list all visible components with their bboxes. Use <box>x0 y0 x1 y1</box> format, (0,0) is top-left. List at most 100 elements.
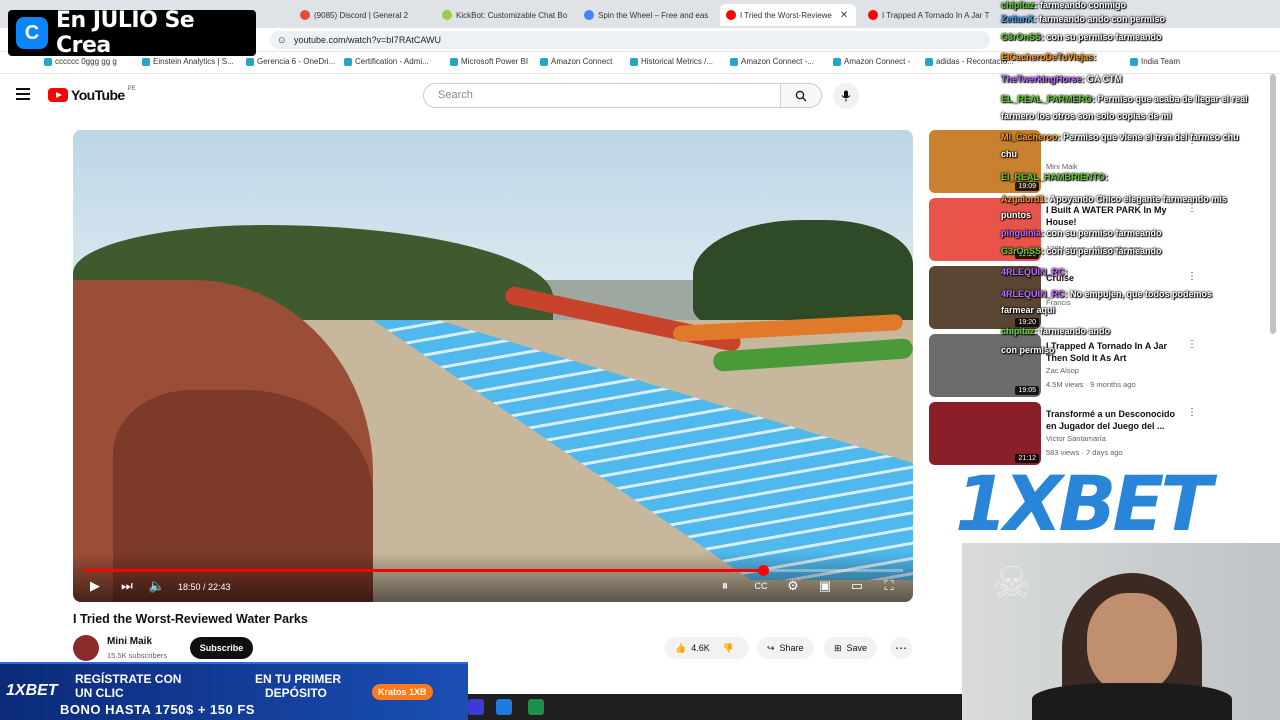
more-options-icon[interactable]: ⋮ <box>1187 203 1197 214</box>
bookmark-label: Amazon Connect -... <box>741 57 814 66</box>
tab-favicon-icon <box>726 10 736 20</box>
more-actions-icon[interactable]: ⋯ <box>890 637 912 659</box>
tab-favicon-icon <box>300 10 310 20</box>
progress-bar[interactable] <box>83 565 903 576</box>
chat-text: : con su permiso farmeando <box>1041 246 1162 256</box>
like-icon[interactable]: 👍 <box>675 643 686 654</box>
youtube-logo[interactable]: YouTube PE <box>48 86 136 103</box>
bookmark-item[interactable]: Amazon Connect - <box>833 57 910 66</box>
voice-search-button[interactable] <box>833 83 859 109</box>
like-dislike-group: 👍 4.6K 👎 <box>665 637 749 659</box>
subscribe-button[interactable]: Subscribe <box>190 637 253 659</box>
browser-tab[interactable]: I Tried the Worst-Reviewe ✕ <box>720 4 856 26</box>
recommended-title[interactable]: I Trapped A Tornado In A Jar Then Sold I… <box>1046 340 1186 364</box>
miniplayer-icon[interactable]: ▣ <box>815 578 835 594</box>
bookmark-item[interactable]: Gerencia 6 - OneDri... <box>246 57 335 66</box>
ad-brand: 1XBET <box>6 682 58 699</box>
url-field[interactable]: ⊙ youtube.com/watch?v=bI7RAtCAWU <box>270 31 990 49</box>
taskbar-vscode-icon[interactable] <box>496 699 512 715</box>
chat-message: Mi_Cacheroo: Permiso que viene el tren d… <box>1001 132 1239 142</box>
bookmark-favicon-icon <box>246 57 254 66</box>
like-count[interactable]: 4.6K <box>691 643 710 653</box>
scrubber-handle[interactable] <box>757 565 769 576</box>
chat-username: ZetianX <box>1001 14 1034 24</box>
screen: Kick DashboardBotRix | Sorteos(9085) Dis… <box>0 0 1280 720</box>
bookmark-item[interactable]: Amazon Connect <box>540 57 612 66</box>
save-label: Save <box>846 643 868 653</box>
chat-username: G3rOnSS <box>1001 246 1042 256</box>
bookmark-label: cccccc 0ggg gg g <box>55 57 117 66</box>
more-options-icon[interactable]: ⋮ <box>1187 271 1197 282</box>
browser-tab[interactable]: (9085) Discord | General 2 <box>294 4 430 26</box>
close-tab-icon[interactable]: ✕ <box>840 10 848 21</box>
ad-bonus-line: BONO HASTA 1750$ + 150 FS <box>60 702 255 717</box>
ad-mid-line-1: EN TU PRIMER <box>255 672 342 686</box>
tab-label: Spin the Wheel – Free and eas <box>598 10 709 20</box>
chat-message: 4RLEQUIN_RC: <box>1001 267 1068 277</box>
bookmark-item[interactable]: Microsoft Power BI <box>450 57 528 66</box>
1xbet-logo-overlay: 1XBET <box>955 459 1212 548</box>
video-frame-trees-right <box>693 220 913 330</box>
webcam-face <box>1087 593 1177 693</box>
video-title: I Tried the Worst-Reviewed Water Parks <box>73 612 308 626</box>
taskbar-app-icon[interactable] <box>468 699 484 715</box>
recommended-video[interactable]: 21:12 Transformé a un Desconocido en Juga… <box>929 402 1249 466</box>
chat-username: pinguinia <box>1001 228 1041 238</box>
search-button[interactable] <box>780 83 822 108</box>
recommended-video[interactable]: 19:05 I Trapped A Tornado In A Jar Then S… <box>929 334 1249 398</box>
captions-icon[interactable]: CC <box>751 578 771 594</box>
chat-message: farmero los otros son solo copias de mi <box>1001 111 1172 121</box>
theater-mode-icon[interactable]: ▭ <box>847 578 867 594</box>
settings-icon[interactable]: ⚙ <box>783 578 803 594</box>
menu-icon[interactable] <box>16 88 30 100</box>
play-icon[interactable]: ▶ <box>85 578 105 594</box>
share-button[interactable]: ↪ Share <box>757 637 814 659</box>
tab-favicon-icon <box>584 10 594 20</box>
video-player[interactable]: ▶ ⏭ 🔈 18:50 / 22:43 ⏸ CC ⚙ ▣ ▭ ⛶ <box>73 130 913 602</box>
volume-icon[interactable]: 🔈 <box>147 578 167 594</box>
browser-tab[interactable]: KickBot: Customizable Chat Bo <box>436 4 574 26</box>
autoplay-toggle[interactable]: ⏸ <box>715 578 735 594</box>
browser-tab[interactable]: I Trapped A Tornado In A Jar T <box>862 4 998 26</box>
chat-text: : con su permiso farmeando <box>1041 228 1162 238</box>
share-icon: ↪ <box>767 642 775 653</box>
site-info-icon[interactable]: ⊙ <box>278 31 286 49</box>
bookmark-item[interactable]: India Team <box>1130 57 1180 66</box>
bookmark-favicon-icon <box>44 57 52 66</box>
browser-tab[interactable]: Spin the Wheel – Free and eas <box>578 4 716 26</box>
dislike-icon[interactable]: 👎 <box>723 643 734 654</box>
taskbar-excel-icon[interactable] <box>528 699 544 715</box>
video-thumbnail[interactable]: 21:12 <box>929 402 1041 465</box>
more-options-icon[interactable]: ⋮ <box>1187 339 1197 350</box>
chat-username: Azgalord1 <box>1001 194 1045 204</box>
save-button[interactable]: ⊞ Save <box>824 637 878 659</box>
bookmark-item[interactable]: Certification - Admi... <box>344 57 429 66</box>
progress-fill <box>83 569 763 572</box>
next-icon[interactable]: ⏭ <box>117 578 137 594</box>
recommended-title[interactable]: I Built A WATER PARK In My House! <box>1046 204 1186 228</box>
recommended-title[interactable]: Transformé a un Desconocido en Jugador d… <box>1046 408 1186 432</box>
recommended-channel[interactable]: Victor Santamaría <box>1046 434 1106 443</box>
video-thumbnail[interactable]: 19:05 <box>929 334 1041 397</box>
chat-username: chipitaz <box>1001 326 1035 336</box>
bookmark-favicon-icon <box>540 57 548 66</box>
chat-username: EL_REAL_FARMERO <box>1001 94 1093 104</box>
microphone-icon <box>841 90 851 102</box>
chat-message: chipitaz: farmeando ando <box>1001 326 1110 336</box>
channel-avatar[interactable] <box>73 635 99 661</box>
page-scrollbar[interactable] <box>1270 74 1276 334</box>
channel-name[interactable]: Mini Maik <box>107 636 152 647</box>
bookmark-item[interactable]: Amazon Connect -... <box>730 57 814 66</box>
bookmark-item[interactable]: Einstein Analytics | S... <box>142 57 234 66</box>
chat-message: EL_REAL_FARMERO: Permiso que acaba de ll… <box>1001 94 1248 104</box>
chat-username: El_REAL_HAMBRIENTO <box>1001 172 1105 182</box>
more-options-icon[interactable]: ⋮ <box>1187 407 1197 418</box>
recommended-channel[interactable]: Zac Alsop <box>1046 366 1079 375</box>
fullscreen-icon[interactable]: ⛶ <box>879 578 899 594</box>
bookmark-item[interactable]: Historical Metrics /... <box>630 57 713 66</box>
search-input[interactable]: Search <box>423 83 781 108</box>
recommended-channel[interactable]: Mini Maik <box>1046 162 1078 171</box>
search-icon <box>795 90 807 101</box>
bookmark-item[interactable]: cccccc 0ggg gg g <box>44 57 117 66</box>
chat-text: : Permiso que viene el tren del farmeo c… <box>1057 132 1239 142</box>
